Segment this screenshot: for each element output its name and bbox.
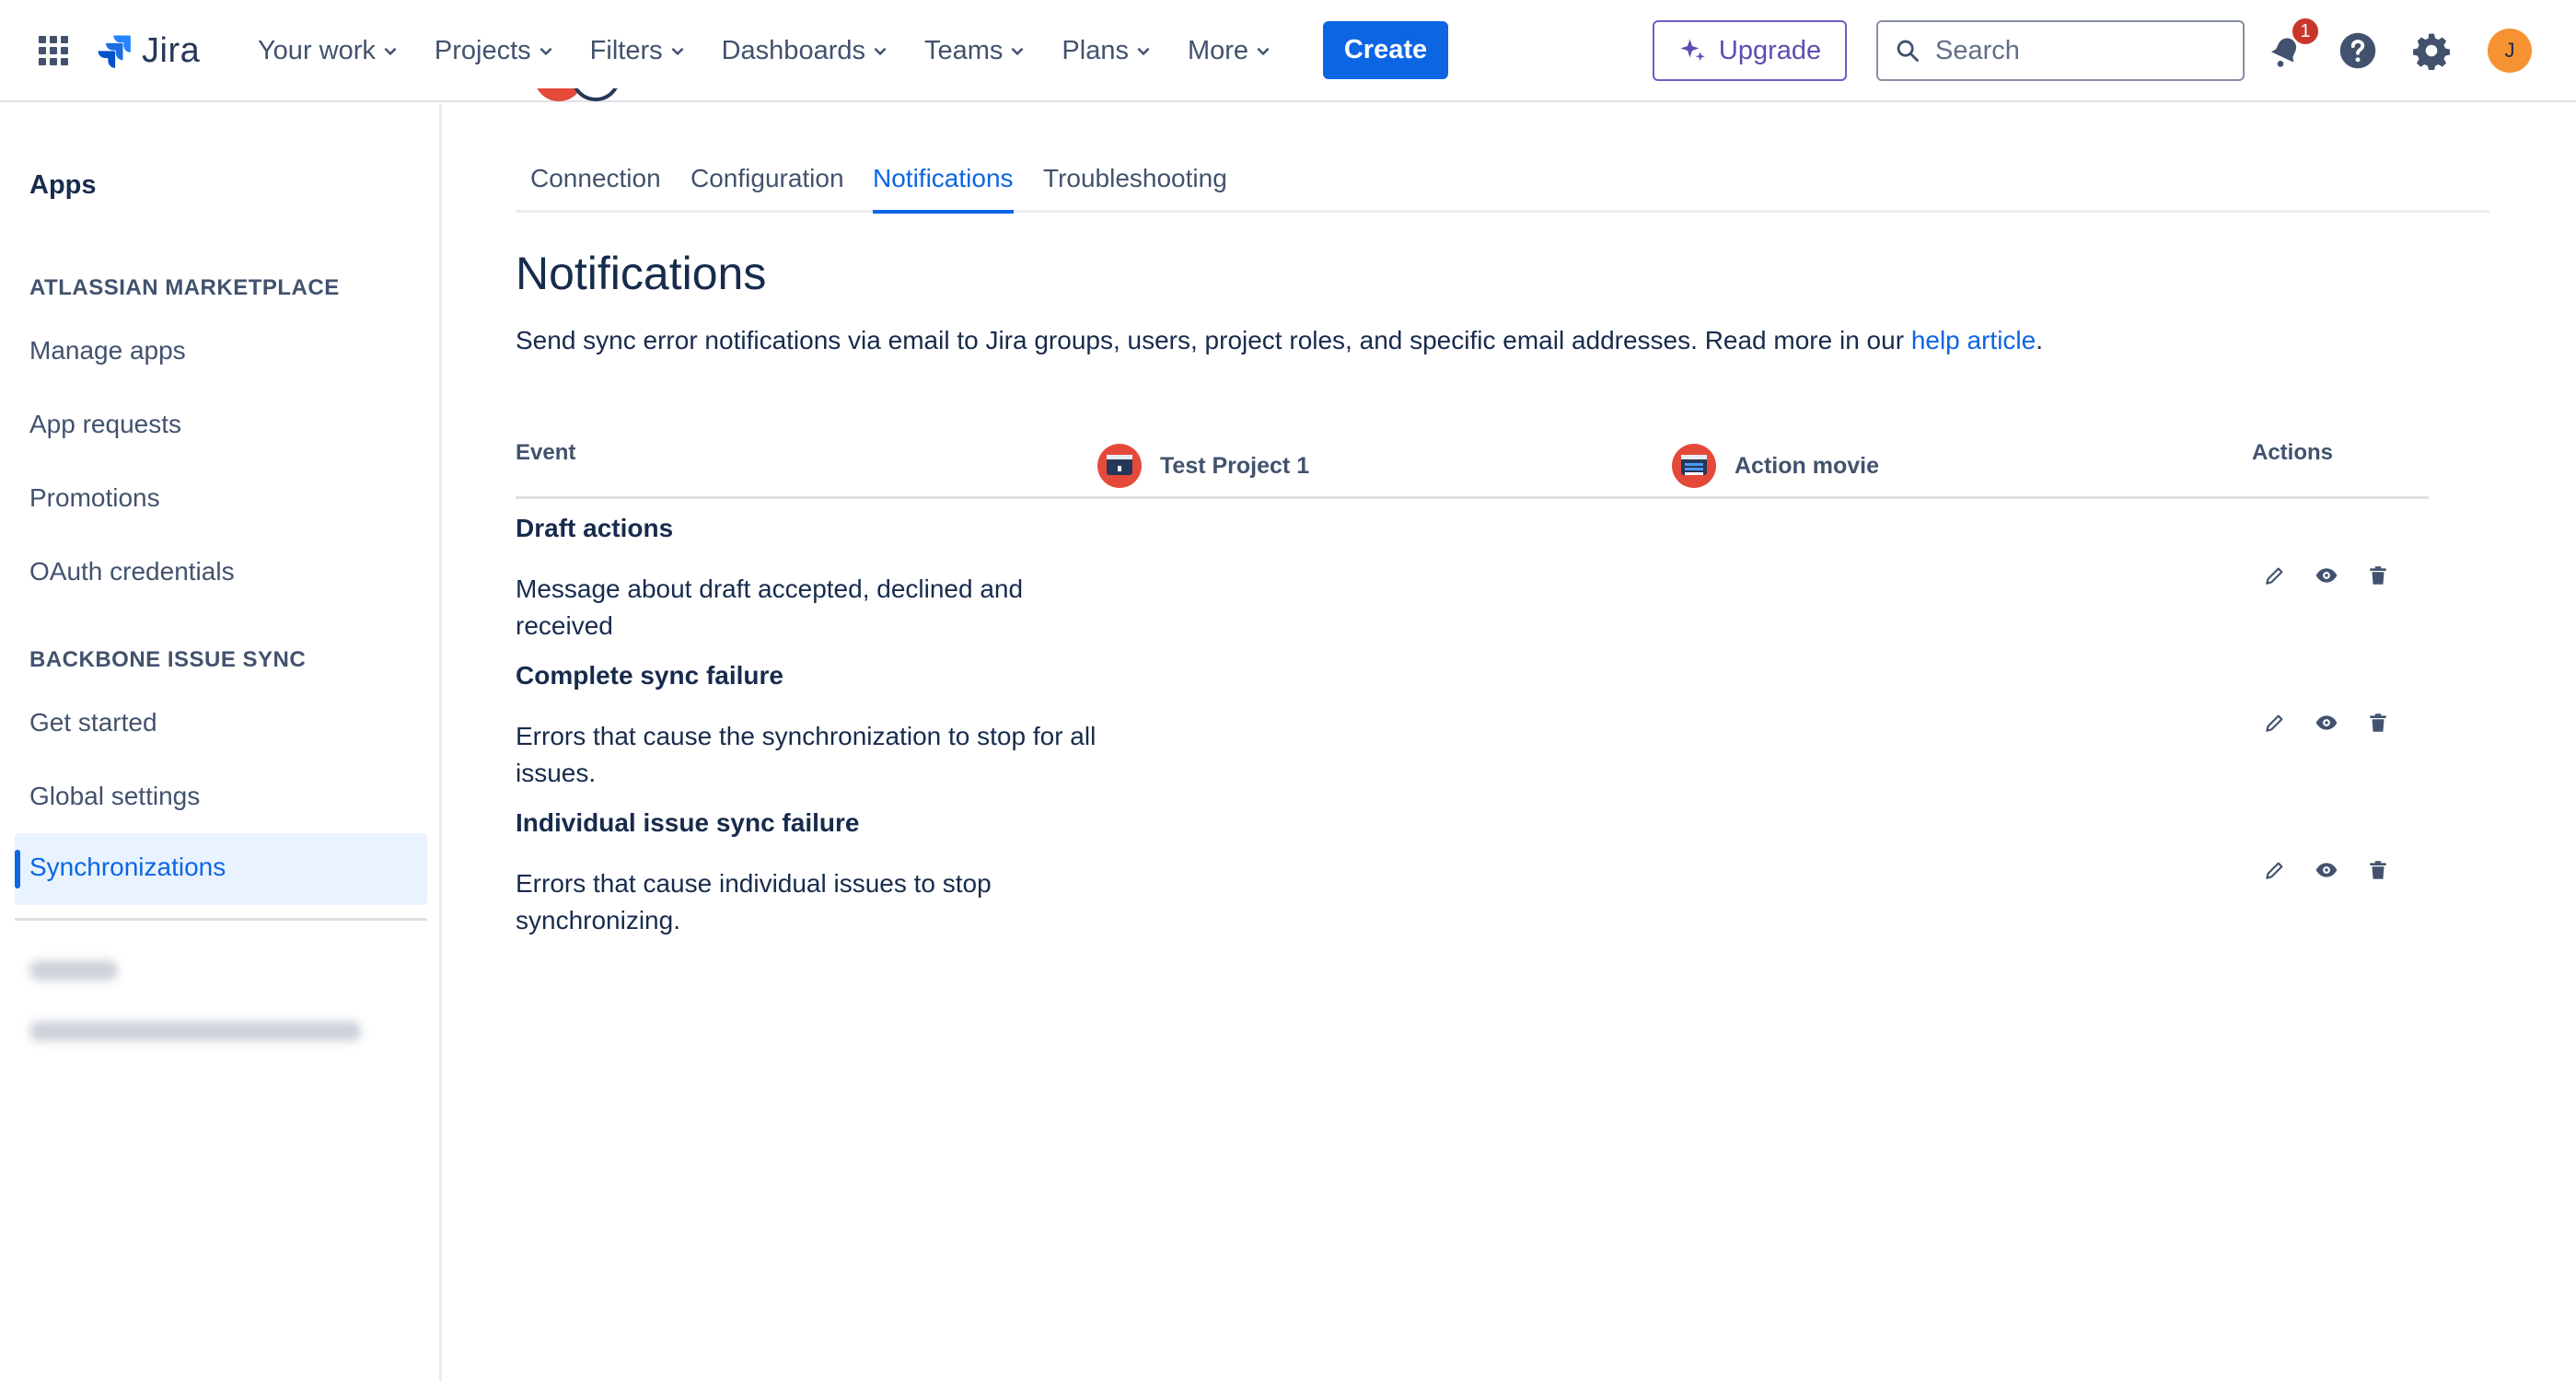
app-switcher-icon[interactable] (37, 34, 70, 67)
edit-icon[interactable] (2261, 856, 2289, 884)
nav-more[interactable]: More (1188, 36, 1271, 66)
page-title: Notifications (516, 248, 767, 299)
event-description: Errors that cause individual issues to s… (516, 869, 992, 934)
sidebar-item-app-requests[interactable]: App requests (29, 410, 181, 439)
sidebar-item-global-settings[interactable]: Global settings (29, 782, 200, 811)
event-title: Individual issue sync failure (516, 808, 860, 837)
search-input[interactable]: Search (1876, 20, 2245, 81)
sidebar-item-manage-apps[interactable]: Manage apps (29, 336, 186, 366)
project-avatar-icon (1672, 444, 1716, 488)
project-name: Test Project 1 (1160, 452, 1310, 479)
nav-label: Your work (258, 35, 376, 65)
create-button[interactable]: Create (1323, 21, 1448, 79)
row-actions (2261, 562, 2416, 589)
sidebar-item-promotions[interactable]: Promotions (29, 483, 160, 513)
sidebar-item-oauth-credentials[interactable]: OAuth credentials (29, 557, 235, 586)
sidebar-section-heading: ATLASSIAN MARKETPLACE (29, 275, 340, 300)
event-description: Errors that cause the synchronization to… (516, 722, 1097, 787)
view-icon[interactable] (2313, 562, 2340, 589)
view-icon[interactable] (2313, 709, 2340, 737)
tab-troubleshooting[interactable]: Troubleshooting (1043, 164, 1227, 193)
chevron-down-icon (1011, 47, 1024, 56)
event-title: Draft actions (516, 514, 674, 542)
tab-configuration[interactable]: Configuration (690, 164, 844, 193)
sidebar-item-get-started[interactable]: Get started (29, 708, 157, 737)
blurred-section-heading (29, 960, 118, 981)
chevron-down-icon (540, 47, 552, 56)
row-actions (2261, 856, 2416, 884)
chevron-down-icon (384, 47, 397, 56)
blurred-sidebar-item[interactable] (29, 1021, 361, 1041)
row-actions (2261, 709, 2416, 737)
chevron-down-icon (671, 47, 684, 56)
delete-icon[interactable] (2364, 709, 2392, 737)
sidebar: Apps ATLASSIAN MARKETPLACE Manage apps A… (0, 104, 442, 1381)
description-end: . (2036, 326, 2043, 354)
description-text: Send sync error notifications via email … (516, 326, 1911, 354)
tab-notifications[interactable]: Notifications (873, 164, 1014, 214)
user-avatar[interactable]: J (2488, 29, 2532, 73)
edit-icon[interactable] (2261, 709, 2289, 737)
column-header-test-project-1: Test Project 1 (1097, 444, 1309, 488)
search-icon (1897, 40, 1919, 62)
nav-teams[interactable]: Teams (924, 36, 1026, 66)
chevron-down-icon (874, 47, 887, 56)
sidebar-section-heading: BACKBONE ISSUE SYNC (29, 647, 307, 672)
top-navigation: Jira Your work Projects Filters Dashboar… (0, 0, 2576, 102)
search-placeholder: Search (1935, 35, 2020, 65)
notification-count-badge: 1 (2291, 17, 2320, 46)
sidebar-divider (15, 918, 427, 921)
event-description: Message about draft accepted, declined a… (516, 574, 1024, 640)
avatar (571, 88, 621, 101)
event-title: Complete sync failure (516, 661, 783, 690)
settings-gear-icon[interactable] (2412, 31, 2451, 70)
connection-avatars (534, 88, 644, 107)
delete-icon[interactable] (2364, 562, 2392, 589)
chevron-down-icon (1257, 47, 1270, 56)
help-icon[interactable] (2338, 31, 2377, 70)
sidebar-title: Apps (29, 170, 97, 200)
tab-connection[interactable]: Connection (530, 164, 661, 193)
view-icon[interactable] (2313, 856, 2340, 884)
nav-label: Teams (923, 35, 1004, 65)
project-avatar-icon (1097, 444, 1142, 488)
table-header: Event Test Project 1 Action movie Action… (516, 433, 2429, 499)
jira-logo-icon (98, 35, 131, 68)
help-article-link[interactable]: help article (1911, 326, 2036, 354)
nav-filters[interactable]: Filters (590, 36, 686, 66)
project-name: Action movie (1735, 452, 1879, 479)
delete-icon[interactable] (2364, 856, 2392, 884)
primary-nav: Your work Projects Filters Dashboards Te… (258, 31, 1307, 70)
sparkle-icon (1680, 39, 1705, 62)
nav-label: Plans (1062, 35, 1129, 65)
sidebar-item-label: Synchronizations (29, 853, 226, 881)
column-header-event: Event (516, 440, 576, 465)
chevron-down-icon (1137, 47, 1150, 56)
nav-your-work[interactable]: Your work (258, 36, 399, 66)
nav-dashboards[interactable]: Dashboards (722, 36, 888, 66)
nav-plans[interactable]: Plans (1062, 36, 1152, 66)
nav-projects[interactable]: Projects (435, 36, 554, 66)
edit-icon[interactable] (2261, 562, 2289, 589)
nav-label: Filters (589, 35, 663, 65)
nav-label: More (1187, 35, 1249, 65)
jira-logo-text: Jira (142, 30, 201, 70)
tab-bar: Connection Configuration Notifications T… (516, 162, 2489, 214)
upgrade-label: Upgrade (1718, 35, 1822, 65)
column-header-action-movie: Action movie (1672, 444, 1879, 488)
upgrade-button[interactable]: Upgrade (1653, 20, 1847, 81)
column-header-actions: Actions (2252, 440, 2334, 465)
page-description: Send sync error notifications via email … (516, 326, 2043, 355)
nav-label: Dashboards (721, 35, 865, 65)
jira-logo[interactable]: Jira (94, 28, 200, 74)
nav-label: Projects (434, 35, 531, 65)
